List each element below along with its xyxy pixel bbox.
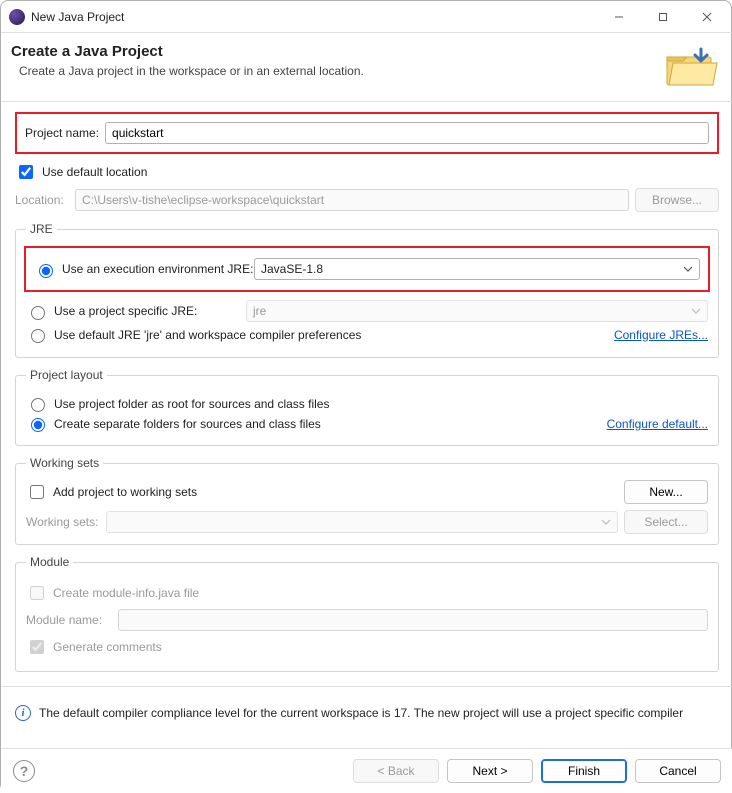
- jre-env-select[interactable]: JavaSE-1.8: [254, 258, 700, 280]
- add-to-working-sets-checkbox[interactable]: [30, 485, 44, 499]
- use-default-location-label: Use default location: [42, 165, 147, 179]
- chevron-down-icon: [601, 517, 611, 527]
- next-button[interactable]: Next >: [447, 759, 533, 783]
- titlebar: New Java Project: [1, 1, 732, 33]
- layout-separate-label: Create separate folders for sources and …: [54, 417, 321, 431]
- jre-legend: JRE: [26, 222, 57, 236]
- working-sets-new-button[interactable]: New...: [624, 480, 708, 504]
- jre-project-specific-label: Use a project specific JRE:: [54, 304, 197, 318]
- page-title: Create a Java Project: [11, 43, 653, 60]
- working-sets-legend: Working sets: [26, 456, 103, 470]
- window-title: New Java Project: [31, 10, 597, 24]
- info-icon: i: [15, 705, 31, 721]
- wizard-header: Create a Java Project Create a Java proj…: [1, 33, 732, 102]
- module-legend: Module: [26, 555, 73, 569]
- jre-env-select-value: JavaSE-1.8: [261, 262, 323, 276]
- create-module-info-label: Create module-info.java file: [53, 586, 199, 600]
- wizard-folder-icon: [663, 43, 719, 91]
- jre-env-radio[interactable]: [39, 264, 53, 278]
- page-subtitle: Create a Java project in the workspace o…: [19, 64, 653, 78]
- project-layout-legend: Project layout: [26, 368, 107, 382]
- browse-button: Browse...: [635, 188, 719, 212]
- jre-default-label: Use default JRE 'jre' and workspace comp…: [54, 328, 361, 342]
- module-name-label: Module name:: [26, 613, 112, 627]
- layout-separate-radio[interactable]: [31, 418, 45, 432]
- jre-project-specific-radio[interactable]: [31, 306, 45, 320]
- maximize-button[interactable]: [641, 3, 685, 31]
- add-to-working-sets-label: Add project to working sets: [53, 485, 197, 499]
- finish-button[interactable]: Finish: [541, 759, 627, 783]
- generate-comments-label: Generate comments: [53, 640, 162, 654]
- create-module-info-checkbox: [30, 586, 44, 600]
- generate-comments-checkbox: [30, 640, 44, 654]
- location-input: [75, 189, 629, 211]
- back-button: < Back: [353, 759, 439, 783]
- info-bar: i The default compiler compliance level …: [15, 705, 719, 721]
- use-default-location-checkbox[interactable]: [19, 165, 33, 179]
- layout-root-radio[interactable]: [31, 398, 45, 412]
- window-controls: [597, 3, 729, 31]
- project-layout-group: Project layout Use project folder as roo…: [15, 368, 719, 446]
- minimize-button[interactable]: [597, 3, 641, 31]
- chevron-down-icon: [683, 264, 693, 274]
- eclipse-icon: [9, 9, 25, 25]
- configure-jres-link[interactable]: Configure JREs...: [614, 328, 708, 342]
- close-button[interactable]: [685, 3, 729, 31]
- highlight-project-name: Project name:: [15, 112, 719, 154]
- working-sets-select: [106, 511, 618, 533]
- highlight-jre-env: Use an execution environment JRE: JavaSE…: [24, 246, 710, 292]
- help-icon[interactable]: ?: [13, 760, 35, 782]
- wizard-content: Project name: Use default location Locat…: [1, 102, 732, 721]
- working-sets-group: Working sets Add project to working sets…: [15, 456, 719, 545]
- jre-project-specific-value: jre: [253, 304, 266, 318]
- jre-env-label: Use an execution environment JRE:: [62, 262, 253, 276]
- info-text: The default compiler compliance level fo…: [39, 706, 683, 720]
- module-group: Module Create module-info.java file Modu…: [15, 555, 719, 672]
- working-sets-select-button: Select...: [624, 510, 708, 534]
- layout-root-label: Use project folder as root for sources a…: [54, 397, 329, 411]
- module-name-input: [118, 609, 708, 631]
- jre-default-radio[interactable]: [31, 329, 45, 343]
- location-label: Location:: [15, 193, 69, 207]
- configure-default-link[interactable]: Configure default...: [607, 417, 708, 431]
- jre-group: JRE Use an execution environment JRE: Ja…: [15, 222, 719, 358]
- chevron-down-icon: [691, 306, 701, 316]
- cancel-button[interactable]: Cancel: [635, 759, 721, 783]
- wizard-footer: ? < Back Next > Finish Cancel: [1, 748, 732, 793]
- project-name-label: Project name:: [25, 126, 99, 140]
- project-name-input[interactable]: [105, 122, 709, 144]
- working-sets-label: Working sets:: [26, 515, 100, 529]
- jre-project-specific-select: jre: [246, 300, 708, 322]
